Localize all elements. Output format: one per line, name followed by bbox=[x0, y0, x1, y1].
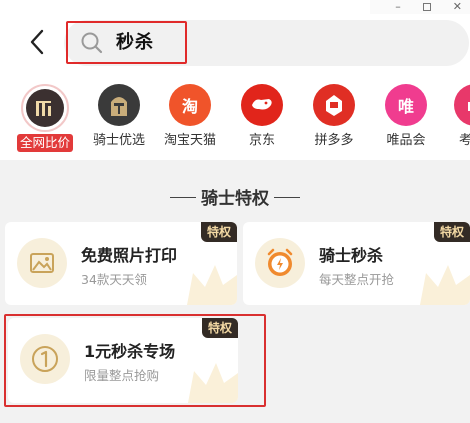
privilege-badge: 特权 bbox=[200, 222, 237, 242]
jd-dog-icon bbox=[241, 84, 283, 126]
platform-tab-jd[interactable]: 京东 bbox=[227, 84, 297, 150]
card-title: 骑士秒杀 bbox=[319, 246, 384, 265]
platform-tab-all[interactable]: 全网比价 bbox=[10, 84, 80, 152]
platform-tab-pdd[interactable]: 拼多多 bbox=[299, 84, 369, 150]
crown-decoration-icon bbox=[420, 265, 470, 305]
privilege-badge: 特权 bbox=[433, 222, 470, 242]
knight-helmet-icon bbox=[98, 84, 140, 126]
vip-icon-text: 唯 bbox=[397, 97, 414, 116]
platform-tab-vip[interactable]: 唯 唯品会 bbox=[371, 84, 441, 150]
privilege-card-knight-seckill[interactable]: 骑士秒杀 每天整点开抢 特权 bbox=[243, 222, 470, 305]
platform-tab-knight[interactable]: 骑士优选 bbox=[84, 84, 154, 150]
search-highlight-box bbox=[66, 21, 187, 64]
chevron-left-icon bbox=[30, 29, 44, 55]
section-divider-right bbox=[274, 197, 300, 198]
platform-label: 全网比价 bbox=[16, 134, 73, 152]
all-web-icon bbox=[21, 84, 69, 132]
section-title: 骑士特权 bbox=[201, 189, 269, 209]
platform-tab-partial[interactable]: 考 bbox=[445, 84, 470, 150]
alarm-clock-icon bbox=[255, 238, 305, 288]
back-button[interactable] bbox=[24, 26, 50, 58]
platform-tab-taobao[interactable]: 淘 淘宝天猫 bbox=[155, 84, 225, 150]
crown-decoration-icon bbox=[187, 265, 237, 305]
pdd-icon bbox=[313, 84, 355, 126]
window-controls: – ✕ bbox=[370, 0, 470, 14]
photo-icon bbox=[17, 238, 67, 288]
platform-label: 京东 bbox=[248, 133, 275, 148]
vip-icon: 唯 bbox=[385, 84, 427, 126]
taobao-icon: 淘 bbox=[169, 84, 211, 126]
platform-tabs: 全网比价 骑士优选 淘 淘宝天猫 京东 拼多多 唯 唯品会 考 bbox=[0, 84, 470, 160]
card-title: 免费照片打印 bbox=[81, 246, 178, 265]
close-icon[interactable]: ✕ bbox=[453, 1, 462, 13]
platform-label: 拼多多 bbox=[314, 133, 354, 148]
platform-label: 淘宝天猫 bbox=[163, 133, 216, 148]
platform-label: 唯品会 bbox=[386, 133, 426, 148]
minimize-icon[interactable]: – bbox=[395, 1, 401, 13]
platform-label: 骑士优选 bbox=[92, 133, 145, 148]
card-subtitle: 34款天天领 bbox=[81, 272, 147, 287]
platform-label: 考 bbox=[459, 133, 470, 148]
privilege-card-photo-print[interactable]: 免费照片打印 34款天天领 特权 bbox=[5, 222, 237, 305]
card-subtitle: 每天整点开抢 bbox=[319, 272, 395, 287]
taobao-icon-text: 淘 bbox=[181, 97, 198, 116]
maximize-icon[interactable] bbox=[422, 3, 431, 11]
partial-icon bbox=[454, 84, 470, 126]
card-highlight-box bbox=[4, 314, 266, 407]
